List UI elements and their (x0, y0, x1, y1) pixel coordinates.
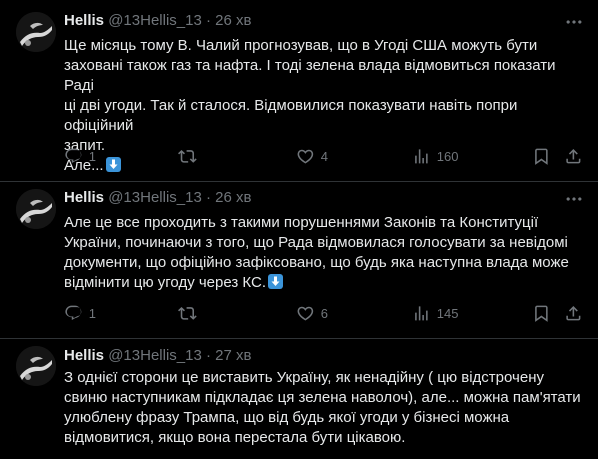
tweet-line: З однієї сторони це виставить Україну, я… (64, 369, 544, 386)
tweet-line: відмовитися, якщо вона перестала бути ці… (64, 429, 406, 446)
retweet-icon (178, 147, 197, 166)
retweet-button[interactable] (178, 146, 197, 166)
views-button[interactable]: 160 (412, 146, 458, 166)
user-handle[interactable]: @13Hellis_13 (108, 12, 202, 29)
bookmark-icon (532, 304, 551, 323)
user-handle[interactable]: @13Hellis_13 (108, 189, 202, 206)
retweet-icon (178, 304, 197, 323)
like-count: 4 (320, 148, 328, 164)
tweet-line: ці дві угоди. Так й сталося. Відмовилися… (64, 97, 518, 134)
tweet-header: Hellis @13Hellis_13 · 26 хв (64, 188, 252, 208)
retweet-button[interactable] (178, 303, 197, 323)
display-name[interactable]: Hellis (64, 189, 104, 206)
views-count: 145 (436, 305, 459, 321)
more-icon[interactable] (564, 189, 584, 209)
heart-icon (296, 147, 315, 166)
views-button[interactable]: 145 (412, 303, 458, 323)
down-arrow-emoji (268, 274, 283, 289)
reply-button[interactable]: 1 (64, 303, 96, 323)
tweet-line: свиню наступникам підкладає ця зелена на… (64, 389, 581, 406)
like-button[interactable]: 4 (296, 146, 328, 166)
separator-dot: · (206, 347, 211, 364)
reply-button[interactable]: 1 (64, 146, 96, 166)
reply-icon (64, 304, 83, 323)
share-icon (564, 147, 583, 166)
display-name[interactable]: Hellis (64, 347, 104, 364)
share-button[interactable] (564, 303, 583, 323)
separator-dot: · (206, 189, 211, 206)
tweet-line: Але це все проходить з такими порушенням… (64, 214, 539, 231)
timestamp[interactable]: 26 хв (215, 189, 251, 206)
separator-dot: · (206, 12, 211, 29)
tweet-1[interactable]: Hellis @13Hellis_13 · 26 хв Ще місяць то… (0, 0, 598, 182)
avatar-image (16, 12, 56, 52)
reply-icon (64, 147, 83, 166)
views-count: 160 (436, 148, 459, 164)
tweet-text: З однієї сторони це виставить Україну, я… (64, 368, 584, 448)
tweet-line: України, починаючи з того, що Рада відмо… (64, 234, 568, 251)
avatar[interactable] (16, 189, 56, 229)
avatar[interactable] (16, 12, 56, 52)
action-bar: 1 4 160 (56, 146, 588, 166)
avatar-image (16, 346, 56, 386)
tweet-line: заховані також газ та нафта. І тоді зеле… (64, 57, 556, 94)
timestamp[interactable]: 26 хв (215, 12, 251, 29)
tweet-line: відмінити цю угоду через КС. (64, 274, 266, 291)
tweet-header: Hellis @13Hellis_13 · 27 хв (64, 346, 252, 366)
share-button[interactable] (564, 146, 583, 166)
like-count: 6 (320, 305, 328, 321)
action-bar: 1 6 145 (56, 303, 588, 323)
bookmark-button[interactable] (532, 146, 551, 166)
avatar[interactable] (16, 346, 56, 386)
tweet-line: Ще місяць тому В. Чалий прогнозував, що … (64, 37, 538, 54)
reply-count: 1 (88, 305, 96, 321)
tweet-header: Hellis @13Hellis_13 · 26 хв (64, 11, 252, 31)
reply-count: 1 (88, 148, 96, 164)
tweet-text: Але це все проходить з такими порушенням… (64, 213, 584, 293)
display-name[interactable]: Hellis (64, 12, 104, 29)
tweet-line-last: відмінити цю угоду через КС. (64, 273, 584, 293)
bookmark-icon (532, 147, 551, 166)
timestamp[interactable]: 27 хв (215, 347, 251, 364)
share-icon (564, 304, 583, 323)
tweet-line: документи, що офіційно зафіксовано, що б… (64, 254, 569, 271)
tweet-3[interactable]: Hellis @13Hellis_13 · 27 хв З однієї сто… (0, 339, 598, 459)
tweet-2[interactable]: Hellis @13Hellis_13 · 26 хв Але це все п… (0, 182, 598, 338)
heart-icon (296, 304, 315, 323)
like-button[interactable]: 6 (296, 303, 328, 323)
bookmark-button[interactable] (532, 303, 551, 323)
more-icon[interactable] (564, 12, 584, 32)
views-icon (412, 147, 431, 166)
views-icon (412, 304, 431, 323)
user-handle[interactable]: @13Hellis_13 (108, 347, 202, 364)
tweet-line: улюблену фразу Трампа, що від будь якої … (64, 409, 510, 426)
avatar-image (16, 189, 56, 229)
